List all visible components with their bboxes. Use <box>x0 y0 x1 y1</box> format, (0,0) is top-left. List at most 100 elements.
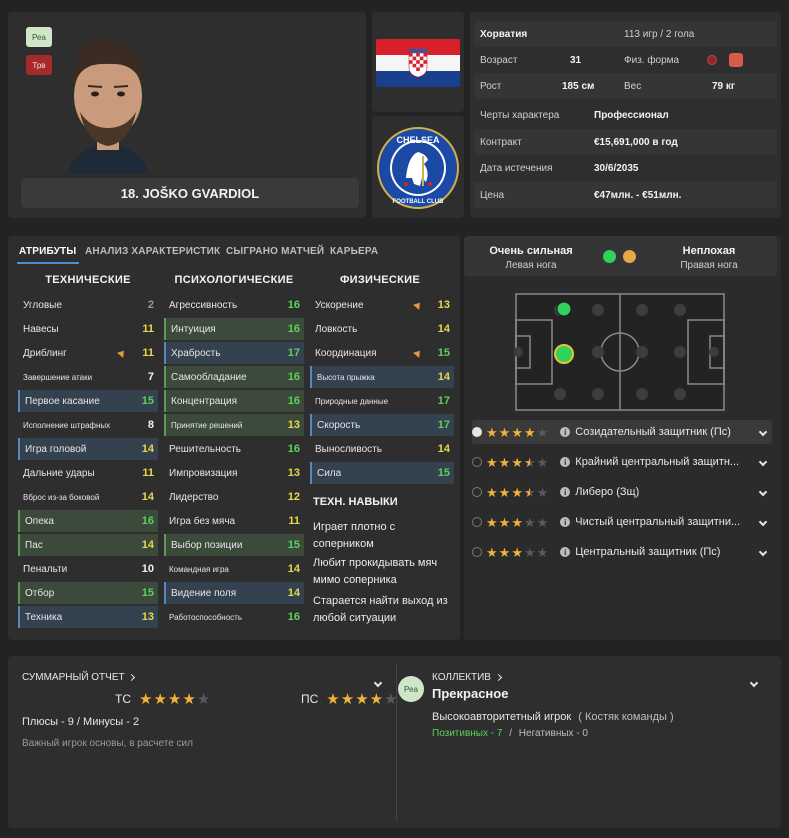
attribute-row[interactable]: Природные данные 17 <box>310 390 454 412</box>
role-row[interactable]: ★ ★ ★ ★ ★ i Либеро (Зщ) <box>472 480 772 504</box>
attribute-name: Пенальти <box>23 563 68 575</box>
role-row[interactable]: ★ ★ ★ ★ ★ i Чистый центральный защитни... <box>472 510 772 534</box>
contract-row[interactable]: Контракт €15,691,000 в год <box>474 129 777 155</box>
attribute-row[interactable]: Опека 16 <box>18 510 158 532</box>
attribute-row[interactable]: Высота прыжка 14 <box>310 366 454 388</box>
attribute-row[interactable]: Решительность 16 <box>164 438 304 460</box>
attribute-row[interactable]: Пас 14 <box>18 534 158 556</box>
attribute-value: 15 <box>437 467 450 479</box>
attribute-row[interactable]: Самообладание 16 <box>164 366 304 388</box>
role-radio[interactable] <box>472 427 482 437</box>
tab-analysis[interactable]: АНАЛИЗ ХАРАКТЕРИСТИК <box>85 246 220 257</box>
club-crest-panel[interactable]: CHELSEA FOOTBALL CLUB <box>372 116 464 218</box>
attribute-row[interactable]: Отбор 15 <box>18 582 158 604</box>
team-title: КОЛЛЕКТИВ <box>432 672 491 683</box>
role-row[interactable]: ★ ★ ★ ★ ★ i Созидательный защитник (Пс) <box>472 420 772 444</box>
info-icon[interactable]: i <box>560 457 571 467</box>
attribute-row[interactable]: Сила 15 <box>310 462 454 484</box>
ts-stars: ★ ★ ★ ★ ★ <box>139 692 210 707</box>
fitness-status-icon[interactable] <box>707 55 717 65</box>
attribute-row[interactable]: Выносливость 14 <box>310 438 454 460</box>
star-icon: ★ <box>369 690 384 708</box>
chevron-down-icon[interactable] <box>758 517 768 527</box>
attribute-row[interactable]: Скорость 17 <box>310 414 454 436</box>
role-radio[interactable] <box>472 517 482 527</box>
star-icon: ★ <box>486 454 498 470</box>
attribute-row[interactable]: Завершение атаки 7 <box>18 366 158 388</box>
attribute-row[interactable]: Техника 13 <box>18 606 158 628</box>
attribute-row[interactable]: Храбрость 17 <box>164 342 304 364</box>
info-icon[interactable]: i <box>560 487 571 497</box>
tab-career[interactable]: КАРЬЕРА <box>330 246 378 257</box>
attribute-name: Природные данные <box>315 396 389 406</box>
status-badge-rea[interactable]: Реа <box>26 27 52 47</box>
attribute-row[interactable]: Выбор позиции 15 <box>164 534 304 556</box>
info-icon[interactable]: i <box>560 547 571 557</box>
attribute-row[interactable]: Первое касание 15 <box>18 390 158 412</box>
attribute-name: Ускорение <box>315 299 364 311</box>
pitch-map[interactable] <box>514 292 726 412</box>
status-badge-injury[interactable]: Трв <box>26 55 52 75</box>
info-icon[interactable]: i <box>560 427 571 437</box>
player-name[interactable]: 18. JOŠKO GVARDIOL <box>21 178 359 208</box>
tab-matches[interactable]: СЫГРАНО МАТЧЕЙ <box>226 246 324 257</box>
star-icon: ★ <box>498 514 511 530</box>
personality-row[interactable]: Черты характера Профессионал <box>474 102 777 128</box>
role-radio[interactable] <box>472 457 482 467</box>
attribute-row[interactable]: Лидерство 12 <box>164 486 304 508</box>
attribute-value: 11 <box>288 515 300 527</box>
team-expand-chevron-icon[interactable] <box>749 678 759 688</box>
attribute-row[interactable]: Ловкость 14 <box>310 318 454 340</box>
chevron-down-icon[interactable] <box>758 547 768 557</box>
attribute-row[interactable]: Навесы 11 <box>18 318 158 340</box>
attribute-name: Агрессивность <box>169 299 238 311</box>
info-icon[interactable]: i <box>560 517 571 527</box>
trait-item[interactable]: Старается найти выход из любой ситуации <box>313 593 453 627</box>
team-badge-rea[interactable]: Реа <box>398 676 424 702</box>
attribute-row[interactable]: Ускорение 13 <box>310 294 454 316</box>
chevron-down-icon[interactable] <box>758 457 768 467</box>
attribute-row[interactable]: Видение поля 14 <box>164 582 304 604</box>
attribute-row[interactable]: Концентрация 16 <box>164 390 304 412</box>
chevron-down-icon[interactable] <box>758 427 768 437</box>
attribute-row[interactable]: Игра без мяча 11 <box>164 510 304 532</box>
attribute-row[interactable]: Дальние удары 11 <box>18 462 158 484</box>
attribute-row[interactable]: Принятие решений 13 <box>164 414 304 436</box>
role-row[interactable]: ★ ★ ★ ★ ★ i Центральный защитник (Пс) <box>472 540 772 564</box>
trait-item[interactable]: Любит прокидывать мяч мимо соперника <box>313 555 453 589</box>
attribute-row[interactable]: Пенальти 10 <box>18 558 158 580</box>
team-title-row[interactable]: КОЛЛЕКТИВ <box>432 672 502 683</box>
attribute-row[interactable]: Командная игра 14 <box>164 558 304 580</box>
attribute-row[interactable]: Игра головой 14 <box>18 438 158 460</box>
trait-item[interactable]: Играет плотно с соперником <box>313 519 453 553</box>
report-title-row[interactable]: СУММАРНЫЙ ОТЧЕТ <box>22 672 136 683</box>
role-stars: ★ ★ ★ ★ ★ <box>486 486 548 499</box>
attribute-row[interactable]: Угловые 2 <box>18 294 158 316</box>
report-expand-chevron-icon[interactable] <box>373 678 383 688</box>
attribute-row[interactable]: Исполнение штрафных 8 <box>18 414 158 436</box>
attribute-value: 17 <box>287 347 300 359</box>
team-relations[interactable]: Позитивных - 7 / Негативных - 0 <box>432 728 588 739</box>
attribute-name: Угловые <box>23 299 62 311</box>
role-radio[interactable] <box>472 547 482 557</box>
attribute-name: Работоспособность <box>169 612 242 622</box>
attribute-row[interactable]: Дриблинг 11 <box>18 342 158 364</box>
chelsea-crest-icon: CHELSEA FOOTBALL CLUB <box>377 127 459 209</box>
attribute-row[interactable]: Импровизация 13 <box>164 462 304 484</box>
thumbs-down-icon[interactable] <box>729 53 743 67</box>
plus-minus[interactable]: Плюсы - 9 / Минусы - 2 <box>22 716 139 728</box>
attribute-row[interactable]: Вброс из-за боковой 14 <box>18 486 158 508</box>
nationality-row[interactable]: Хорватия 113 игр / 2 гола <box>474 21 777 47</box>
price-row[interactable]: Цена €47млн. - €51млн. <box>474 182 777 208</box>
attribute-row[interactable]: Агрессивность 16 <box>164 294 304 316</box>
attribute-row[interactable]: Интуиция 16 <box>164 318 304 340</box>
role-row[interactable]: ★ ★ ★ ★ ★ i Крайний центральный защитн... <box>472 450 772 474</box>
chevron-down-icon[interactable] <box>758 487 768 497</box>
expiry-value: 30/6/2035 <box>594 162 639 174</box>
nation-flag-panel[interactable] <box>372 12 464 112</box>
attribute-row[interactable]: Координация 15 <box>310 342 454 364</box>
role-radio[interactable] <box>472 487 482 497</box>
tab-attributes[interactable]: АТРИБУТЫ <box>19 246 76 257</box>
age-row: Возраст 31 Физ. форма <box>474 47 777 73</box>
attribute-row[interactable]: Работоспособность 16 <box>164 606 304 628</box>
